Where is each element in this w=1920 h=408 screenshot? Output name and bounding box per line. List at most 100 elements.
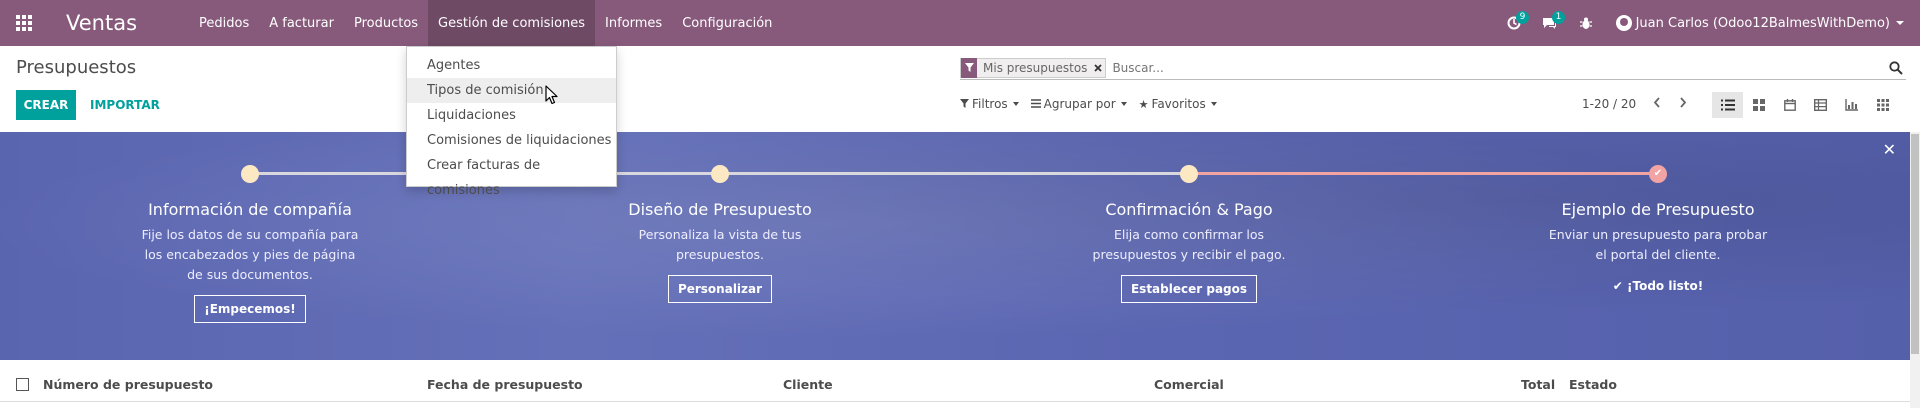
- step-desc-line: Fije los datos de su compañía para: [141, 227, 359, 242]
- view-switcher: [1712, 92, 1898, 118]
- menu-a-facturar[interactable]: A facturar: [259, 0, 344, 46]
- column-date[interactable]: Fecha de presupuesto: [427, 377, 583, 392]
- pivot-view-icon[interactable]: [1805, 92, 1836, 118]
- mouse-cursor-icon: [545, 85, 559, 109]
- column-customer[interactable]: Cliente: [783, 377, 833, 392]
- chevron-down-icon: [1012, 102, 1019, 106]
- top-navbar: Ventas Pedidos A facturar Productos Gest…: [0, 0, 1920, 46]
- search-options: Filtros Agrupar por ★ Favoritos: [960, 97, 1229, 111]
- menu-informes[interactable]: Informes: [595, 0, 672, 46]
- filters-dropdown[interactable]: Filtros: [960, 97, 1019, 111]
- menu-item-settlement-commissions[interactable]: Comisiones de liquidaciones: [407, 128, 616, 153]
- create-button[interactable]: CREAR: [16, 90, 76, 120]
- chevron-down-icon: [1120, 102, 1127, 106]
- step-company: Información de compañía Fije los datos d…: [130, 200, 370, 323]
- search-bar: Mis presupuestos: [960, 56, 1906, 80]
- app-brand[interactable]: Ventas: [66, 11, 137, 35]
- menu-configuracion[interactable]: Configuración: [672, 0, 782, 46]
- menu-item-create-invoices[interactable]: Crear facturas de comisiones: [407, 153, 616, 198]
- search-input[interactable]: [1112, 60, 1886, 75]
- activity-badge: 9: [1515, 11, 1530, 24]
- pager-value[interactable]: 1-20 / 20: [1582, 97, 1636, 111]
- grid-view-icon[interactable]: [1867, 92, 1898, 118]
- start-button[interactable]: ¡Empecemos!: [194, 295, 306, 323]
- import-button[interactable]: IMPORTAR: [84, 90, 166, 120]
- chevron-left-icon[interactable]: [1644, 97, 1670, 111]
- filter-icon: [960, 98, 969, 111]
- menu-gestion-comisiones[interactable]: Gestión de comisiones: [428, 0, 596, 46]
- column-total[interactable]: Total: [1521, 377, 1555, 392]
- step-dot-1: [241, 165, 259, 183]
- page-title: Presupuestos: [16, 57, 137, 78]
- systray: 9 1 Juan Carlos (Odoo12BalmesWithDemo): [1498, 0, 1920, 46]
- step-sample: Ejemplo de Presupuesto Enviar un presupu…: [1538, 200, 1778, 293]
- step-desc-line: los encabezados y pies de página: [144, 247, 356, 262]
- step-desc-line: Elija como confirmar los: [1113, 227, 1265, 242]
- commissions-dropdown: Agentes Tipos de comisión Liquidaciones …: [406, 46, 617, 198]
- all-set-status: ✔ ¡Todo listo!: [1538, 279, 1778, 293]
- column-status[interactable]: Estado: [1569, 377, 1617, 392]
- onboarding-banner: ✕ ✔ Información de compañía Fije los dat…: [0, 132, 1910, 360]
- menu-item-commission-types[interactable]: Tipos de comisión: [407, 78, 616, 103]
- pager: 1-20 / 20: [1582, 97, 1696, 111]
- user-name: Juan Carlos (Odoo12BalmesWithDemo): [1635, 15, 1890, 31]
- messages-badge: 1: [1551, 11, 1566, 24]
- star-icon: ★: [1138, 97, 1149, 111]
- select-all-checkbox[interactable]: [16, 378, 29, 391]
- kanban-view-icon[interactable]: [1743, 92, 1774, 118]
- check-icon: ✔: [1612, 279, 1628, 293]
- list-bars-icon: [1030, 98, 1041, 111]
- facet-label: Mis presupuestos: [983, 60, 1088, 75]
- customize-button[interactable]: Personalizar: [667, 275, 773, 303]
- step-payment: Confirmación & Pago Elija como confirmar…: [1069, 200, 1309, 303]
- groupby-label: Agrupar por: [1043, 97, 1116, 111]
- list-header: Número de presupuesto Fecha de presupues…: [0, 368, 1910, 402]
- step-desc-line: presupuestos y recibir el pago.: [1092, 247, 1286, 262]
- all-set-label: ¡Todo listo!: [1627, 279, 1704, 293]
- step-desc-line: de sus documentos.: [187, 267, 313, 282]
- debug-bug-icon[interactable]: [1570, 0, 1602, 46]
- check-icon: ✔: [1649, 165, 1667, 183]
- step-title: Confirmación & Pago: [1105, 200, 1273, 219]
- column-salesperson[interactable]: Comercial: [1154, 377, 1224, 392]
- progress-line-3: [1189, 172, 1658, 175]
- filter-icon: [961, 57, 977, 78]
- favorites-dropdown[interactable]: ★ Favoritos: [1139, 97, 1217, 111]
- menu-pedidos[interactable]: Pedidos: [189, 0, 259, 46]
- avatar: [1615, 15, 1632, 31]
- graph-view-icon[interactable]: [1836, 92, 1867, 118]
- user-menu[interactable]: Juan Carlos (Odoo12BalmesWithDemo): [1615, 15, 1904, 31]
- step-desc-line: presupuestos.: [675, 247, 765, 262]
- list-view-icon[interactable]: [1712, 92, 1743, 118]
- chevron-down-icon: [1210, 102, 1217, 106]
- step-desc-line: el portal del cliente.: [1595, 247, 1721, 262]
- step-desc-line: Enviar un presupuesto para probar: [1548, 227, 1768, 242]
- apps-menu-icon[interactable]: [0, 0, 48, 46]
- chevron-down-icon: [1896, 21, 1904, 25]
- step-design: Diseño de Presupuesto Personaliza la vis…: [600, 200, 840, 303]
- close-icon[interactable]: ✕: [1883, 140, 1896, 159]
- favorites-label: Favoritos: [1151, 97, 1206, 111]
- step-desc-line: Personaliza la vista de tus: [638, 227, 802, 242]
- chevron-right-icon[interactable]: [1670, 97, 1696, 111]
- step-title: Diseño de Presupuesto: [628, 200, 812, 219]
- menu-productos[interactable]: Productos: [344, 0, 428, 46]
- search-icon[interactable]: [1886, 58, 1906, 78]
- messages-icon[interactable]: 1: [1534, 0, 1566, 46]
- menu-item-agents[interactable]: Agentes: [407, 53, 616, 78]
- step-title: Información de compañía: [148, 200, 352, 219]
- progress-line-2: [720, 172, 1189, 175]
- facet-remove-icon[interactable]: [1091, 61, 1105, 75]
- calendar-view-icon[interactable]: [1774, 92, 1805, 118]
- step-dot-3: [1180, 165, 1198, 183]
- filters-label: Filtros: [972, 97, 1008, 111]
- step-title: Ejemplo de Presupuesto: [1561, 200, 1755, 219]
- menu-item-settlements[interactable]: Liquidaciones: [407, 103, 616, 128]
- set-payments-button[interactable]: Establecer pagos: [1120, 275, 1258, 303]
- search-facet: Mis presupuestos: [960, 57, 1107, 78]
- activity-icon[interactable]: 9: [1498, 0, 1530, 46]
- column-number[interactable]: Número de presupuesto: [43, 377, 213, 392]
- groupby-dropdown[interactable]: Agrupar por: [1030, 97, 1127, 111]
- scrollbar-thumb[interactable]: [1911, 134, 1919, 354]
- step-dot-2: [711, 165, 729, 183]
